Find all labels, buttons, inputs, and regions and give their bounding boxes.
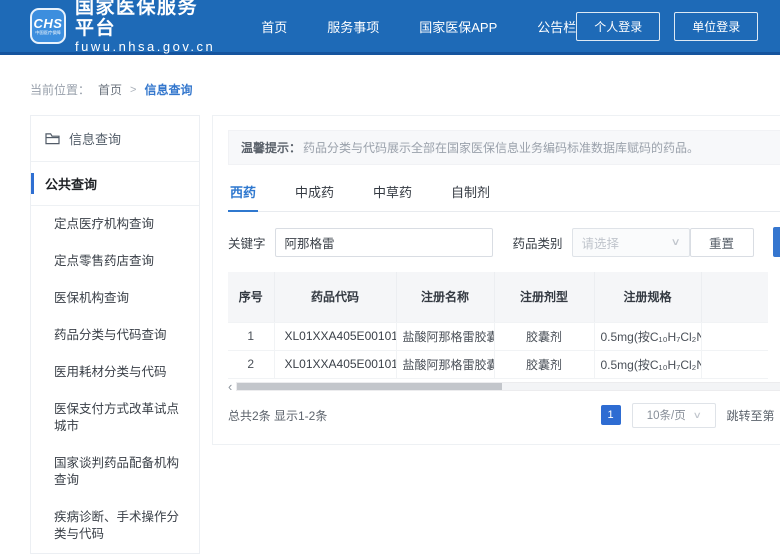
results-table-container: 序号 药品代码 注册名称 注册剂型 注册规格 1 XL01XXA405E0010…: [228, 272, 780, 379]
notice-label: 温馨提示：: [241, 139, 301, 156]
cell-registered-name: 盐酸阿那格雷胶囊: [396, 350, 494, 378]
category-select[interactable]: 请选择 ∨: [572, 228, 690, 257]
header-seq: 序号: [228, 272, 274, 322]
chs-logo-icon: CHS 中国医疗保障: [30, 8, 66, 44]
chevron-down-icon: ∨: [692, 410, 701, 421]
sidebar-item-medical-consumables-codes[interactable]: 医用耗材分类与代码: [31, 354, 199, 391]
breadcrumb-current[interactable]: 信息查询: [144, 81, 192, 98]
header-dosage-form: 注册剂型: [494, 272, 594, 322]
sidebar-item-designated-retail-pharmacies[interactable]: 定点零售药店查询: [31, 243, 199, 280]
cell-specification: 0.5mg(按C₁₀H₇Cl₂N₃O计): [594, 350, 701, 378]
cell-seq: 2: [228, 350, 274, 378]
cell-specification: 0.5mg(按C₁₀H₇Cl₂N₃O计): [594, 322, 701, 350]
sidebar-item-info-query[interactable]: 信息查询: [31, 116, 199, 162]
pagination: 总共2条 显示1-2条 1 10条/页 ∨ 跳转至第 页: [228, 403, 780, 428]
cell-drug-code: XL01XXA405E0010102...: [274, 350, 396, 378]
cell-registered-name: 盐酸阿那格雷胶囊: [396, 322, 494, 350]
header-drug-code: 药品代码: [274, 272, 396, 322]
tab-chinese-herbal-medicine[interactable]: 中草药: [371, 180, 414, 211]
search-filters: 关键字 药品类别 请选择 ∨ 重置 查询: [228, 227, 780, 257]
sidebar-item-drug-classification-codes[interactable]: 药品分类与代码查询: [31, 317, 199, 354]
nav-item-app[interactable]: 国家医保APP: [419, 17, 497, 36]
notice-text: 药品分类与代码展示全部在国家医保信息业务编码标准数据库赋码的药品。: [303, 139, 699, 156]
breadcrumb-separator-icon: >: [130, 84, 136, 96]
active-indicator-bar: [31, 173, 34, 194]
jump-prefix: 跳转至第: [727, 407, 775, 424]
personal-login-button[interactable]: 个人登录: [576, 12, 660, 41]
sidebar-item-designated-medical-institutions[interactable]: 定点医疗机构查询: [31, 206, 199, 243]
top-header: CHS 中国医疗保障 国家医保服务平台 fuwu.nhsa.gov.cn 首页 …: [0, 0, 780, 55]
keyword-label: 关键字: [228, 233, 266, 252]
cell-seq: 1: [228, 322, 274, 350]
header-clipped: [701, 272, 768, 322]
search-button[interactable]: 查询: [773, 227, 780, 257]
header-specification: 注册规格: [594, 272, 701, 322]
sidebar: 信息查询 公共查询 定点医疗机构查询 定点零售药店查询 医保机构查询 药品分类与…: [30, 115, 200, 554]
sidebar-section-label: 公共查询: [45, 177, 97, 192]
main-nav: 首页 服务事项 国家医保APP 公告栏: [261, 17, 576, 36]
page-size-value: 10条/页: [647, 407, 686, 423]
breadcrumb-home-link[interactable]: 首页: [98, 81, 122, 98]
drug-type-tabs: 西药 中成药 中草药 自制剂: [228, 180, 780, 212]
reset-button[interactable]: 重置: [690, 228, 754, 257]
sidebar-root-label: 信息查询: [69, 129, 121, 148]
unit-login-button[interactable]: 单位登录: [674, 12, 758, 41]
page-size-select[interactable]: 10条/页 ∨: [632, 403, 716, 428]
cell-drug-code: XL01XXA405E0010101...: [274, 322, 396, 350]
chevron-down-icon: ∨: [671, 237, 681, 248]
pagination-total-text: 总共2条 显示1-2条: [228, 407, 327, 424]
sidebar-item-public-query[interactable]: 公共查询: [31, 162, 199, 206]
nav-item-home[interactable]: 首页: [261, 17, 287, 36]
nav-item-services[interactable]: 服务事项: [327, 17, 379, 36]
site-domain: fuwu.nhsa.gov.cn: [75, 39, 215, 55]
sidebar-item-insurance-agencies[interactable]: 医保机构查询: [31, 280, 199, 317]
cell-clipped: [701, 322, 768, 350]
keyword-input[interactable]: [275, 228, 493, 257]
chs-logo-subtext: 中国医疗保障: [35, 30, 61, 35]
site-logo[interactable]: CHS 中国医疗保障 国家医保服务平台 fuwu.nhsa.gov.cn: [30, 0, 215, 55]
table-row[interactable]: 1 XL01XXA405E0010101... 盐酸阿那格雷胶囊 胶囊剂 0.5…: [228, 322, 768, 350]
main-panel: 温馨提示： 药品分类与代码展示全部在国家医保信息业务编码标准数据库赋码的药品。 …: [212, 115, 780, 445]
table-row[interactable]: 2 XL01XXA405E0010102... 盐酸阿那格雷胶囊 胶囊剂 0.5…: [228, 350, 768, 378]
scrollbar-track[interactable]: [236, 382, 780, 391]
category-label: 药品类别: [513, 233, 563, 252]
cell-dosage-form: 胶囊剂: [494, 322, 594, 350]
cell-clipped: [701, 350, 768, 378]
scroll-left-icon[interactable]: ‹: [228, 382, 232, 392]
sidebar-item-disease-diagnosis-codes[interactable]: 疾病诊断、手术操作分类与代码: [31, 499, 199, 553]
horizontal-scrollbar: ‹ ›: [228, 382, 780, 392]
login-buttons: 个人登录 单位登录: [576, 12, 758, 41]
sidebar-item-payment-reform-pilot-cities[interactable]: 医保支付方式改革试点城市: [31, 391, 199, 445]
notice-banner: 温馨提示： 药品分类与代码展示全部在国家医保信息业务编码标准数据库赋码的药品。 …: [228, 130, 780, 165]
category-placeholder: 请选择: [582, 233, 620, 252]
page-jumper: 跳转至第 页: [727, 403, 780, 428]
table-header-row: 序号 药品代码 注册名称 注册剂型 注册规格: [228, 272, 768, 322]
scrollbar-thumb[interactable]: [237, 383, 502, 390]
breadcrumb-prefix: 当前位置：: [30, 81, 90, 98]
nav-item-bulletin[interactable]: 公告栏: [537, 17, 576, 36]
chs-logo-text: CHS: [34, 17, 63, 30]
tab-chinese-patent-medicine[interactable]: 中成药: [293, 180, 336, 211]
page-1-button[interactable]: 1: [601, 405, 621, 425]
sidebar-item-negotiated-drug-institutions[interactable]: 国家谈判药品配备机构查询: [31, 445, 199, 499]
breadcrumb: 当前位置： 首页 > 信息查询: [30, 81, 780, 98]
folder-icon: [45, 132, 60, 145]
tab-self-prepared[interactable]: 自制剂: [449, 180, 492, 211]
header-registered-name: 注册名称: [396, 272, 494, 322]
tab-western-medicine[interactable]: 西药: [228, 180, 258, 212]
results-table: 序号 药品代码 注册名称 注册剂型 注册规格 1 XL01XXA405E0010…: [228, 272, 768, 379]
cell-dosage-form: 胶囊剂: [494, 350, 594, 378]
site-title: 国家医保服务平台: [75, 0, 215, 39]
content-layout: 信息查询 公共查询 定点医疗机构查询 定点零售药店查询 医保机构查询 药品分类与…: [30, 115, 726, 554]
